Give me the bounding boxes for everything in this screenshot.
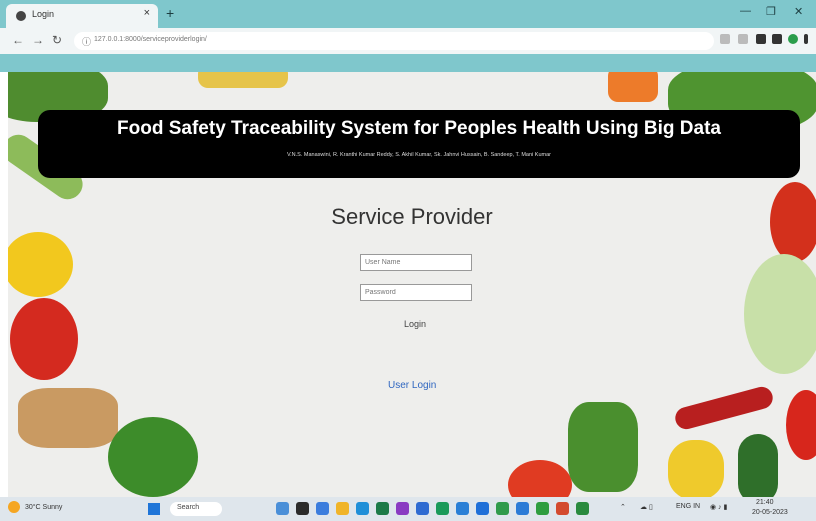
powerpoint-app-icon[interactable] <box>556 502 569 515</box>
menu-icon[interactable] <box>804 34 808 44</box>
authors-line: V.N.S. Manaswini, R. Kranthi Kumar Reddy… <box>286 152 552 158</box>
close-window-icon[interactable]: ✕ <box>794 5 803 18</box>
browser-tab[interactable]: Login × <box>6 4 158 28</box>
bookmarks-bar <box>0 54 816 72</box>
weather-temp: 30°C <box>24 503 41 511</box>
clock-date[interactable]: 20-05-2023 <box>752 509 788 516</box>
vs-app-icon[interactable] <box>396 502 409 515</box>
weather-widget[interactable]: 30°C Sunny <box>8 501 62 513</box>
windows-start-icon[interactable] <box>148 503 160 515</box>
chili-decoration <box>672 384 776 432</box>
chrome-app-icon[interactable] <box>436 502 449 515</box>
corn-decoration <box>198 72 288 88</box>
taskbar-search[interactable]: Search <box>170 502 222 516</box>
clock-time[interactable]: 21:40 <box>756 499 774 506</box>
back-icon[interactable]: ← <box>12 33 24 47</box>
site-title: Food Safety Traceability System for Peop… <box>117 118 721 139</box>
user-login-link[interactable]: User Login <box>388 380 436 391</box>
tomato-bottom-decoration <box>508 460 572 497</box>
sidebar-icon[interactable] <box>772 34 782 44</box>
word-app-icon[interactable] <box>456 502 469 515</box>
address-bar[interactable]: ⓘ 127.0.0.1:8000/serviceproviderlogin/ <box>74 32 714 50</box>
edge-browser-icon[interactable] <box>356 502 369 515</box>
site-header: Food Safety Traceability System for Peop… <box>38 110 800 178</box>
tab-close-icon[interactable]: × <box>144 7 150 19</box>
corn-bottom-decoration <box>668 440 724 497</box>
password-input[interactable] <box>360 284 472 301</box>
lemon-decoration <box>8 232 73 297</box>
weather-desc: Sunny <box>42 503 63 511</box>
mail-app-icon[interactable] <box>416 502 429 515</box>
forward-icon[interactable]: → <box>32 33 44 47</box>
restore-icon[interactable]: ❐ <box>766 5 776 18</box>
file-explorer-icon[interactable] <box>336 502 349 515</box>
browser-titlebar: Login × + — ❐ ✕ <box>0 0 816 28</box>
teams-app-icon[interactable] <box>516 502 529 515</box>
whatsapp-app-icon[interactable] <box>536 502 549 515</box>
task-view-icon[interactable] <box>296 502 309 515</box>
tray-chevron-icon[interactable]: ⌃ <box>620 503 626 511</box>
tomato-decoration <box>10 298 78 380</box>
address-url[interactable]: 127.0.0.1:8000/serviceproviderlogin/ <box>94 36 207 43</box>
cabbage-decoration <box>744 254 816 374</box>
carrot-decoration <box>608 72 658 102</box>
tab-title: Login <box>32 9 55 19</box>
extensions-icon[interactable] <box>756 34 766 44</box>
ginger-decoration <box>18 388 118 448</box>
cucumber-decoration <box>738 434 778 497</box>
login-button[interactable]: Login <box>398 318 432 330</box>
excel-app-icon[interactable] <box>496 502 509 515</box>
page-heading: Service Provider <box>331 204 493 229</box>
username-input[interactable] <box>360 254 472 271</box>
greens-decoration <box>108 417 198 497</box>
tray-icons[interactable]: ☁ ▯ <box>640 503 653 511</box>
tab-favicon-icon <box>16 11 26 21</box>
store-app-icon[interactable] <box>376 502 389 515</box>
taskbar: 30°C Sunny Search ⌃ ☁ ▯ ENG IN ◉ ♪ ▮ 21:… <box>0 497 816 521</box>
page-viewport: Food Safety Traceability System for Peop… <box>8 72 816 497</box>
bookmark-star-icon[interactable] <box>738 34 748 44</box>
taskbar-search-label: Search <box>177 504 200 511</box>
profile-avatar[interactable] <box>788 34 798 44</box>
outlook-app-icon[interactable] <box>476 502 489 515</box>
new-tab-icon[interactable]: + <box>166 5 174 21</box>
share-icon[interactable] <box>720 34 730 44</box>
reload-icon[interactable]: ↻ <box>52 33 62 47</box>
browser-toolbar: ← → ↻ ⓘ 127.0.0.1:8000/serviceproviderlo… <box>0 28 816 54</box>
photos-app-icon[interactable] <box>576 502 589 515</box>
widgets-app-icon[interactable] <box>276 502 289 515</box>
herb-decoration <box>568 402 638 492</box>
info-icon[interactable]: ⓘ <box>82 35 91 48</box>
minimize-icon[interactable]: — <box>740 5 751 17</box>
network-volume-icons[interactable]: ◉ ♪ ▮ <box>710 503 727 511</box>
pepper-bottom-decoration <box>786 390 816 460</box>
sun-icon <box>8 501 20 513</box>
chat-app-icon[interactable] <box>316 502 329 515</box>
language-indicator[interactable]: ENG IN <box>676 503 700 510</box>
